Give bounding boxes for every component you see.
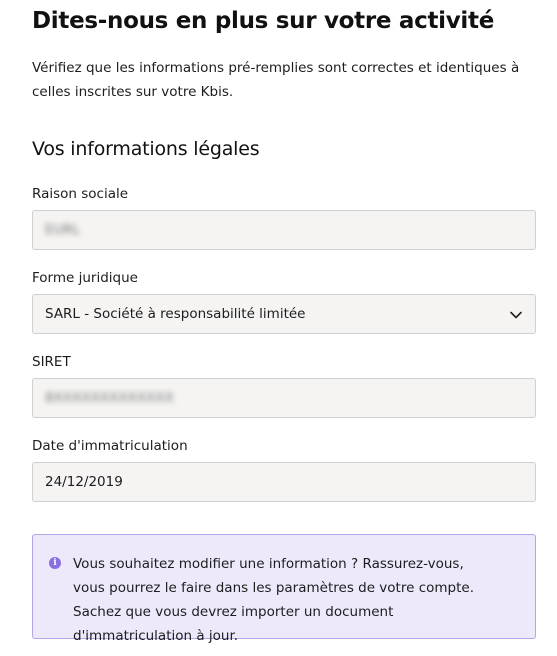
intro-text: Vérifiez que les informations pré-rempli… — [32, 60, 520, 100]
siret-field[interactable]: 8XXXXXXXXXXXXX — [32, 378, 536, 418]
chevron-down-icon — [510, 311, 522, 319]
raison-sociale-field[interactable]: EURL — [32, 210, 536, 250]
date-immatriculation-field[interactable]: 24/12/2019 — [32, 462, 536, 502]
date-immatriculation-label: Date d'immatriculation — [32, 438, 188, 454]
section-title: Vos informations légales — [32, 138, 260, 160]
forme-juridique-value: SARL - Société à responsabilité limitée — [45, 306, 306, 322]
info-text: Vous souhaitez modifier une information … — [73, 556, 474, 644]
raison-sociale-value: EURL — [45, 222, 81, 238]
forme-juridique-label: Forme juridique — [32, 270, 138, 286]
info-icon: i — [49, 557, 61, 569]
siret-value: 8XXXXXXXXXXXXX — [45, 390, 174, 406]
date-immatriculation-value: 24/12/2019 — [45, 474, 123, 490]
page-title: Dites-nous en plus sur votre activité — [32, 8, 495, 34]
raison-sociale-label: Raison sociale — [32, 186, 129, 202]
info-callout: i Vous souhaitez modifier une informatio… — [32, 534, 536, 644]
forme-juridique-select[interactable]: SARL - Société à responsabilité limitée — [32, 294, 536, 334]
siret-label: SIRET — [32, 354, 71, 370]
